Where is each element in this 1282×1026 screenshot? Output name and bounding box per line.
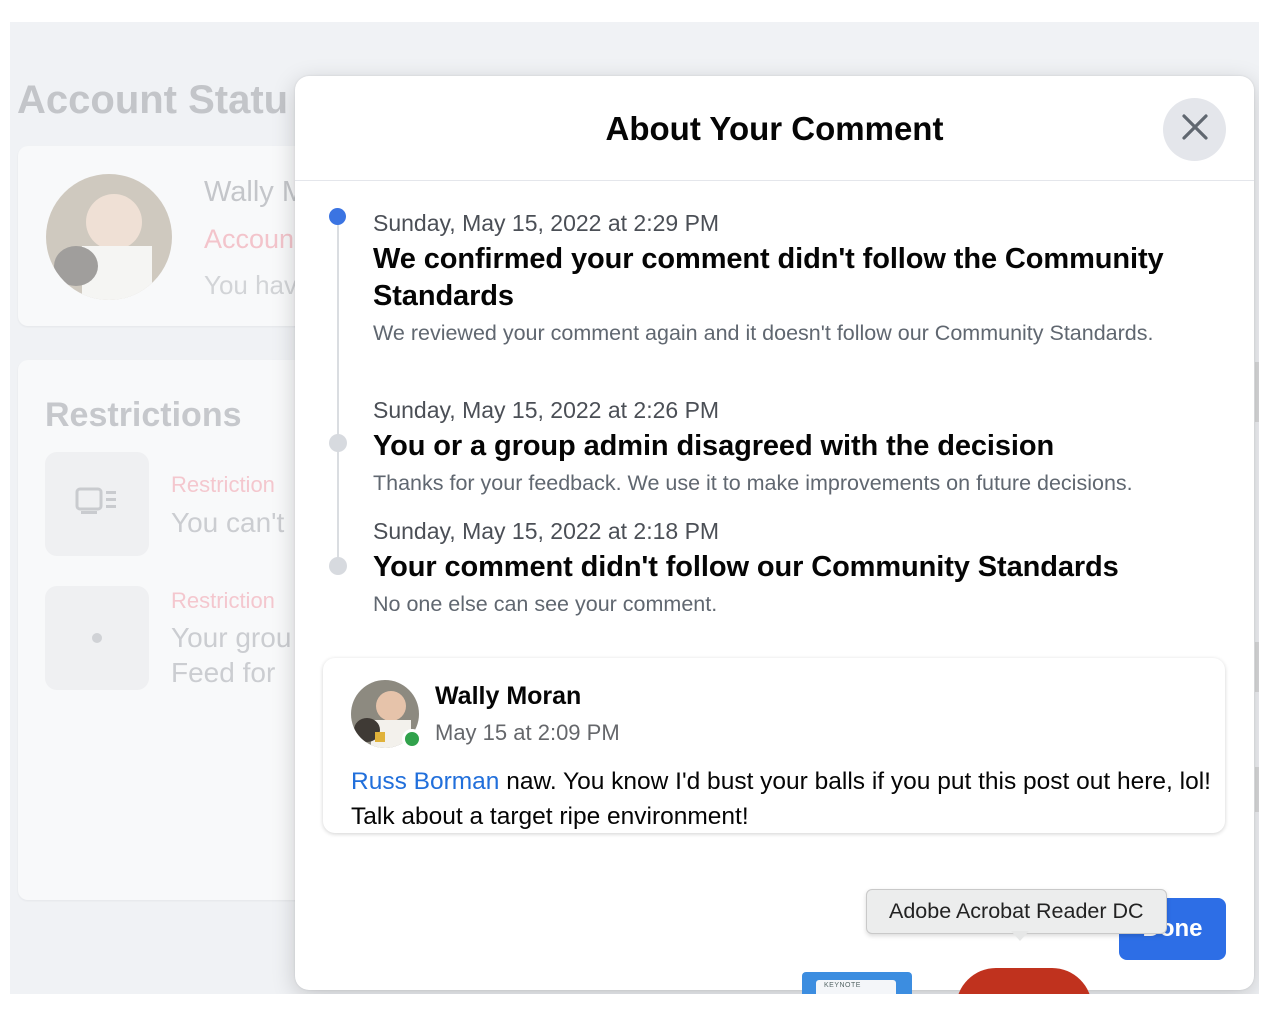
dialog-header: About Your Comment xyxy=(295,76,1254,181)
dot-icon xyxy=(92,633,102,643)
close-button[interactable] xyxy=(1163,98,1226,161)
restriction-label: Restriction xyxy=(171,588,275,613)
event-date: Sunday, May 15, 2022 at 2:29 PM xyxy=(373,210,720,236)
background-edge xyxy=(1255,362,1259,422)
screen: Account Statu Wally M Accoun You hav Res… xyxy=(10,22,1259,994)
event-date: Sunday, May 15, 2022 at 2:18 PM xyxy=(373,518,720,544)
restriction-text: Your grou Feed for xyxy=(171,622,292,688)
event-date: Sunday, May 15, 2022 at 2:26 PM xyxy=(373,397,720,423)
restrictions-title: Restrictions xyxy=(45,396,242,434)
timeline-event: Sunday, May 15, 2022 at 2:26 PM You or a… xyxy=(373,396,1233,498)
comment-author[interactable]: Wally Moran xyxy=(435,682,581,711)
comment-text: Russ Borman naw. You know I'd bust your … xyxy=(351,764,1211,834)
mention-link[interactable]: Russ Borman xyxy=(351,768,499,795)
background-edge xyxy=(1255,642,1259,692)
timeline-event: Sunday, May 15, 2022 at 2:18 PM Your com… xyxy=(373,517,1233,619)
profile-note: You hav xyxy=(204,270,298,300)
dialog-title: About Your Comment xyxy=(605,110,944,147)
event-title: You or a group admin disagreed with the … xyxy=(373,430,1055,462)
restriction-label: Restriction xyxy=(171,472,275,497)
restriction-tile xyxy=(45,586,149,690)
timeline-line xyxy=(337,218,339,566)
profile-card: Wally M Accoun You hav xyxy=(18,146,318,326)
online-status-indicator xyxy=(402,729,422,749)
account-status-label: Accoun xyxy=(204,224,295,254)
page-title: Account Statu xyxy=(17,78,289,122)
event-description: We reviewed your comment again and it do… xyxy=(373,321,1154,345)
dock-tooltip: Adobe Acrobat Reader DC xyxy=(866,889,1167,934)
restriction-tile xyxy=(45,452,149,556)
profile-name: Wally M xyxy=(204,176,307,208)
keynote-label: KEYNOTE xyxy=(824,982,861,989)
comment-timestamp[interactable]: May 15 at 2:09 PM xyxy=(435,720,620,746)
avatar xyxy=(46,174,172,300)
event-title: We confirmed your comment didn't follow … xyxy=(373,243,1164,312)
background-edge xyxy=(1255,767,1259,812)
tooltip-arrow xyxy=(1011,931,1029,941)
timeline-dot xyxy=(329,434,347,452)
timeline-event: Sunday, May 15, 2022 at 2:29 PM We confi… xyxy=(373,209,1233,348)
comment-card: Wally Moran May 15 at 2:09 PM Russ Borma… xyxy=(323,658,1225,833)
about-comment-dialog: About Your Comment Sunday, May 15, 2022 … xyxy=(295,76,1254,990)
event-description: No one else can see your comment. xyxy=(373,592,718,616)
close-icon xyxy=(1180,112,1210,147)
keynote-dock-icon[interactable]: KEYNOTE xyxy=(802,972,912,994)
event-title: Your comment didn't follow our Community… xyxy=(373,551,1119,583)
event-description: Thanks for your feedback. We use it to m… xyxy=(373,471,1133,495)
timeline-dot xyxy=(329,557,347,575)
timeline-dot-active xyxy=(329,208,346,225)
restrictions-card: Restrictions Restriction You can't Restr… xyxy=(18,360,318,900)
feed-icon xyxy=(75,485,119,524)
restriction-text: You can't xyxy=(171,507,285,538)
